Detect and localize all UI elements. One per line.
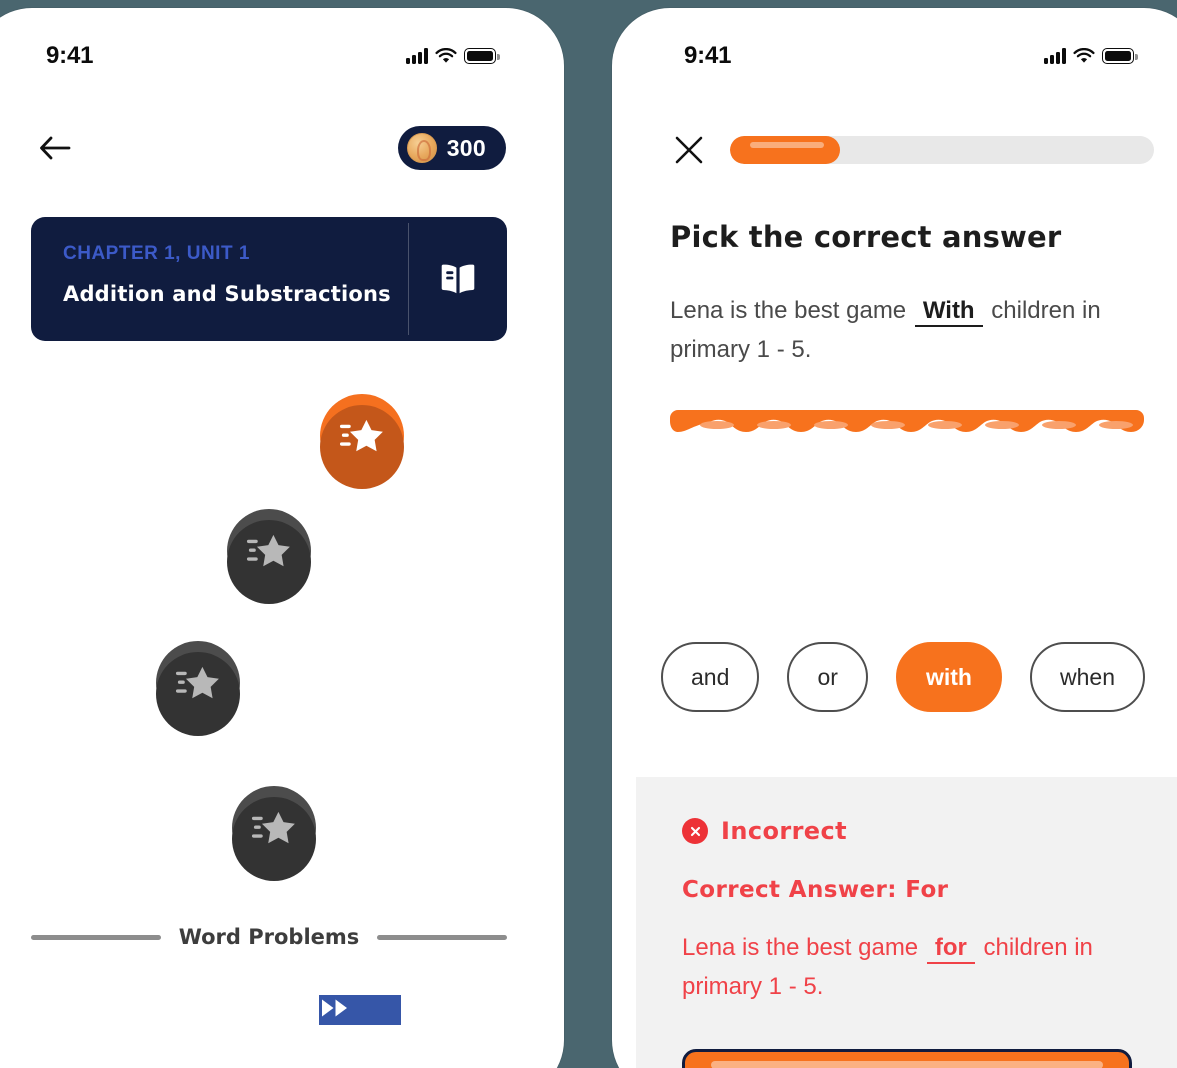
coin-amount: 300 (446, 134, 486, 161)
feedback-text-before: Lena is the best game (682, 934, 919, 961)
coin-icon (406, 133, 437, 163)
phone-screen-left: 9:41 300 CHAPTER 1, UNIT 1 Addition and … (0, 20, 552, 1068)
feedback-status-row: Incorrect (682, 817, 1132, 845)
quiz-progress-bar (730, 136, 1154, 164)
quiz-question-sentence: Lena is the best game With children in p… (670, 292, 1122, 370)
lesson-node-puck (227, 509, 311, 604)
quiz-top-bar (624, 128, 1177, 172)
status-icons (1044, 48, 1138, 64)
next-button-puck (319, 995, 401, 1025)
question-text-before: Lena is the best game (670, 297, 907, 324)
question-blank-word: With (914, 297, 983, 327)
star-burst-icon (176, 667, 220, 699)
battery-icon (464, 48, 500, 64)
feedback-sentence: Lena is the best game for children in pr… (682, 929, 1134, 1007)
orange-scallop-band (670, 410, 1144, 432)
status-bar-left: 9:41 (0, 38, 552, 74)
got-it-button[interactable]: Got it (682, 1049, 1132, 1068)
wifi-icon (1073, 48, 1095, 64)
fast-forward-icon (322, 999, 347, 1017)
lesson-node-puck (156, 641, 240, 736)
divider-rule-right (377, 934, 508, 940)
section-divider-label: Word Problems (178, 925, 360, 949)
answer-options-row: and or with when (661, 642, 1145, 712)
phone-frame-right: 9:41 Pick the correct answer Lena is the… (612, 8, 1177, 1068)
left-top-bar: 300 (0, 122, 552, 174)
signal-bars-icon (406, 48, 428, 64)
divider-rule-left (31, 934, 161, 940)
star-burst-icon (247, 535, 291, 567)
lesson-node-puck (320, 394, 404, 489)
open-book-icon[interactable] (409, 217, 507, 341)
answer-option-and[interactable]: and (661, 642, 760, 712)
feedback-panel: Incorrect Correct Answer: For Lena is th… (636, 777, 1177, 1068)
chapter-card-text: CHAPTER 1, UNIT 1 Addition and Substract… (31, 217, 408, 341)
phone-screen-right: 9:41 Pick the correct answer Lena is the… (624, 20, 1177, 1068)
feedback-blank-word: for (926, 934, 975, 964)
phone-frame-left: 9:41 300 CHAPTER 1, UNIT 1 Addition and … (0, 8, 564, 1068)
section-divider: Word Problems (31, 925, 508, 949)
answer-option-when[interactable]: when (1030, 642, 1145, 712)
battery-icon (1102, 48, 1138, 64)
status-time: 9:41 (684, 42, 732, 69)
answer-option-or[interactable]: or (787, 642, 868, 712)
coin-balance-badge[interactable]: 300 (397, 126, 506, 170)
lesson-node-1[interactable] (320, 394, 404, 489)
quiz-heading: Pick the correct answer (670, 220, 1062, 254)
answer-option-with[interactable]: with (895, 642, 1002, 712)
progress-gloss (750, 142, 825, 148)
signal-bars-icon (1044, 48, 1066, 64)
star-burst-icon (252, 812, 296, 844)
chapter-card[interactable]: CHAPTER 1, UNIT 1 Addition and Substract… (31, 217, 507, 341)
next-lesson-button[interactable] (319, 995, 401, 1068)
x-circle-icon (682, 818, 708, 844)
quiz-progress-fill (730, 136, 841, 164)
lesson-node-4[interactable] (232, 786, 316, 881)
feedback-correct-answer: Correct Answer: For (682, 877, 949, 903)
wifi-icon (435, 48, 457, 64)
status-icons (406, 48, 500, 64)
lesson-node-2[interactable] (227, 509, 311, 604)
lesson-node-puck (232, 786, 316, 881)
button-gloss (711, 1061, 1103, 1068)
star-burst-icon (340, 420, 384, 452)
chapter-label: CHAPTER 1, UNIT 1 (63, 243, 250, 264)
back-arrow-icon[interactable] (32, 125, 78, 171)
status-bar-right: 9:41 (624, 38, 1177, 74)
status-time: 9:41 (46, 42, 94, 69)
chapter-title: Addition and Substractions (63, 282, 391, 306)
close-x-icon[interactable] (670, 131, 708, 169)
feedback-status-label: Incorrect (721, 817, 847, 845)
lesson-node-3[interactable] (156, 641, 240, 736)
